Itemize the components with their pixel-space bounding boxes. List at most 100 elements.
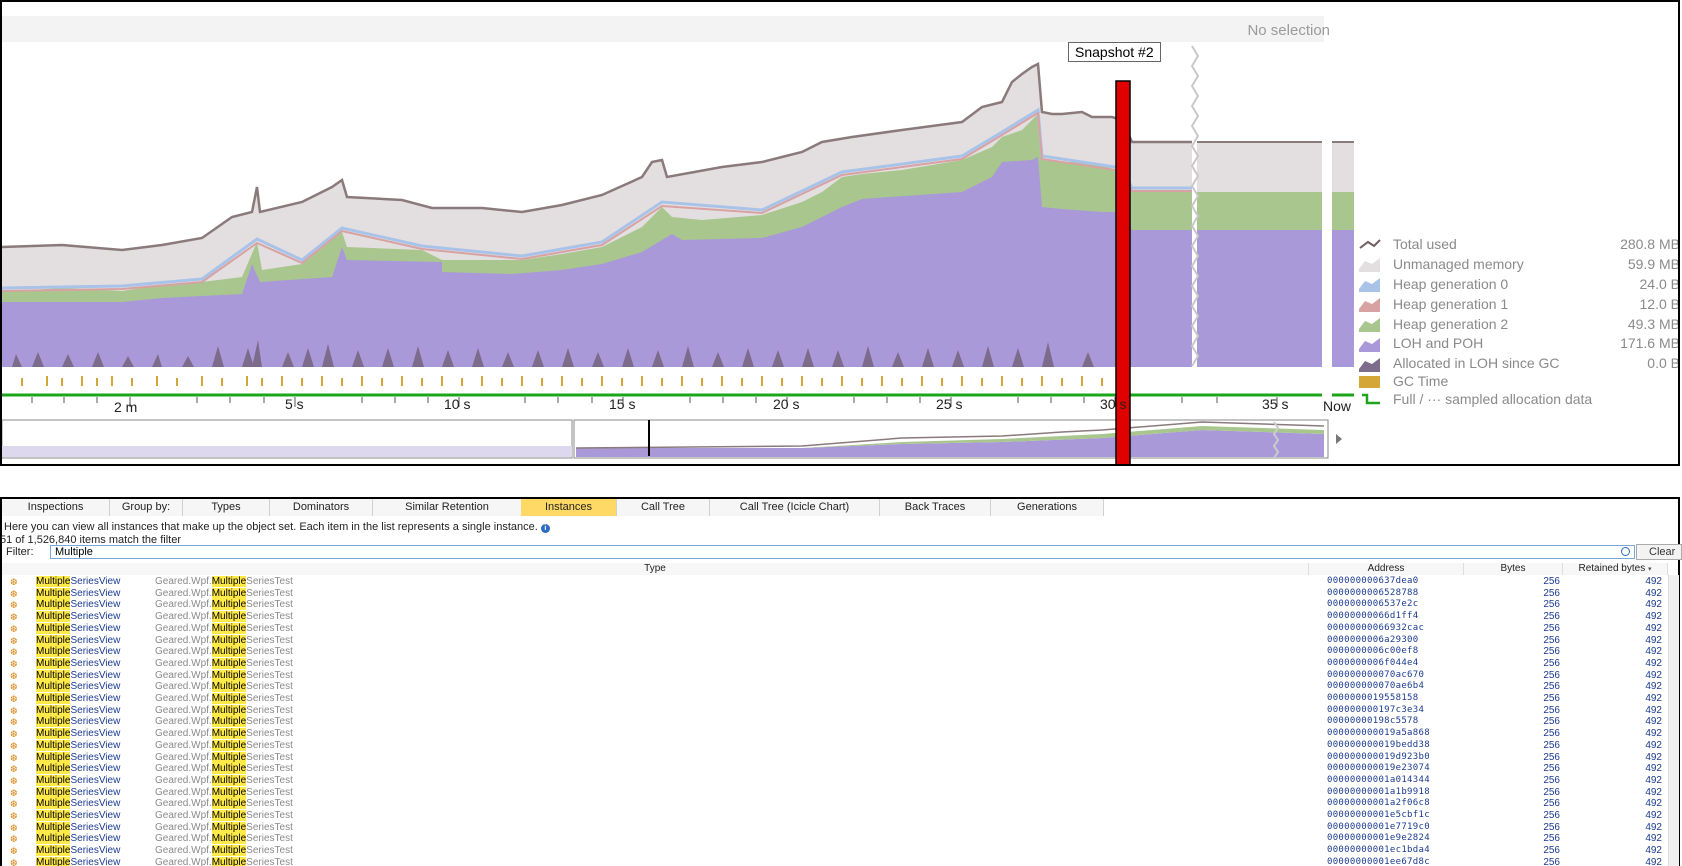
class-instance-icon: ❆ (10, 834, 18, 845)
column-header-type[interactable]: Type (2, 563, 1309, 575)
instance-retained-bytes: 492 (1645, 704, 1662, 716)
class-instance-icon: ❆ (10, 764, 18, 775)
legend-allocated-in-loh: Allocated in LOH since GC 0.0 B (1393, 355, 1680, 371)
instance-address: 000000000070ac670 (1327, 669, 1425, 680)
instance-retained-bytes: 492 (1645, 774, 1662, 786)
table-row[interactable]: ❆ MultipleSeriesView Geared.Wpf.MultipleSe… (0, 739, 1668, 752)
instances-list[interactable]: ❆ MultipleSeriesView Geared.Wpf.MultipleSe… (0, 576, 1668, 866)
instance-bytes: 256 (1543, 646, 1560, 658)
table-row[interactable]: ❆ MultipleSeriesView Geared.Wpf.MultipleSe… (0, 634, 1668, 647)
legend-heap-gen-2: Heap generation 2 49.3 MB (1393, 316, 1680, 332)
instance-bytes: 256 (1543, 763, 1560, 775)
info-icon[interactable]: i (540, 524, 550, 533)
instance-retained-bytes: 492 (1645, 845, 1662, 857)
table-row[interactable]: ❆ MultipleSeriesView Geared.Wpf.MultipleSe… (0, 704, 1668, 717)
table-row[interactable]: ❆ MultipleSeriesView Geared.Wpf.MultipleSe… (0, 693, 1668, 705)
column-header-address[interactable]: Address (1309, 563, 1464, 575)
type-namespace: Geared.Wpf.MultipleSeriesTest (155, 763, 293, 775)
instance-bytes: 256 (1543, 657, 1560, 669)
overview-cursor (648, 420, 650, 456)
instance-address: 0000000019558158 (1327, 693, 1419, 703)
tab-types[interactable]: Types (183, 499, 270, 516)
legend-allocation-data: Full / ··· sampled allocation data (1393, 391, 1593, 407)
table-row[interactable]: ❆ MultipleSeriesView Geared.Wpf.MultipleSe… (0, 622, 1668, 635)
tab-instances[interactable]: Instances (521, 499, 617, 516)
table-row[interactable]: ❆ MultipleSeriesView Geared.Wpf.MultipleSe… (0, 810, 1668, 822)
tab-similar-retention[interactable]: Similar Retention (373, 499, 522, 516)
tab-back-traces[interactable]: Back Traces (880, 499, 991, 516)
clear-filter-icon[interactable] (1621, 547, 1630, 556)
type-namespace: Geared.Wpf.MultipleSeriesTest (155, 798, 293, 810)
type-namespace: Geared.Wpf.MultipleSeriesTest (155, 704, 293, 716)
table-row[interactable]: ❆ MultipleSeriesView Geared.Wpf.MultipleSe… (0, 611, 1668, 623)
table-row[interactable]: ❆ MultipleSeriesView Geared.Wpf.MultipleSe… (0, 856, 1668, 866)
clear-button[interactable]: Clear (1636, 544, 1682, 560)
type-namespace: Geared.Wpf.MultipleSeriesTest (155, 693, 293, 704)
type-name: MultipleSeriesView (36, 821, 121, 833)
type-namespace: Geared.Wpf.MultipleSeriesTest (155, 751, 293, 763)
table-row[interactable]: ❆ MultipleSeriesView Geared.Wpf.MultipleSe… (0, 821, 1668, 834)
instance-address: 0000000006528788 (1327, 587, 1419, 598)
instance-address: 00000000001ee67d8c (1327, 856, 1430, 866)
legend-gc-time: GC Time (1393, 373, 1449, 389)
type-name: MultipleSeriesView (36, 622, 121, 634)
type-namespace: Geared.Wpf.MultipleSeriesTest (155, 611, 293, 623)
column-header-bytes[interactable]: Bytes (1464, 563, 1563, 575)
tab-call-tree[interactable]: Call Tree (617, 499, 710, 516)
axis-tick-label: 30 s (1100, 396, 1127, 412)
table-row[interactable]: ❆ MultipleSeriesView Geared.Wpf.MultipleSe… (0, 669, 1668, 682)
tab-inspections[interactable]: Inspections (2, 499, 110, 516)
table-row[interactable]: ❆ MultipleSeriesView Geared.Wpf.MultipleSe… (0, 798, 1668, 810)
table-row[interactable]: ❆ MultipleSeriesView Geared.Wpf.MultipleSe… (0, 751, 1668, 764)
type-name: MultipleSeriesView (36, 693, 121, 704)
instance-bytes: 256 (1543, 821, 1560, 833)
table-row[interactable]: ❆ MultipleSeriesView Geared.Wpf.MultipleSe… (0, 728, 1668, 740)
type-name: MultipleSeriesView (36, 856, 121, 866)
snapshot-label[interactable]: Snapshot #2 (1068, 42, 1161, 62)
tab-generations[interactable]: Generations (991, 499, 1104, 516)
type-name: MultipleSeriesView (36, 576, 121, 587)
instance-address: 00000000001e7719c0 (1327, 821, 1430, 832)
instance-address: 000000000197c3e34 (1327, 704, 1425, 715)
instance-bytes: 256 (1543, 693, 1560, 704)
instance-bytes: 256 (1543, 716, 1560, 728)
table-row[interactable]: ❆ MultipleSeriesView Geared.Wpf.MultipleSe… (0, 763, 1668, 775)
column-header-retained-bytes[interactable]: Retained bytes ▾ (1563, 563, 1668, 575)
axis-tick-marks (31, 397, 1278, 407)
instance-retained-bytes: 492 (1645, 576, 1662, 587)
table-row[interactable]: ❆ MultipleSeriesView Geared.Wpf.MultipleSe… (0, 646, 1668, 658)
tab-call-tree-icicle[interactable]: Call Tree (Icicle Chart) (710, 499, 880, 516)
table-row[interactable]: ❆ MultipleSeriesView Geared.Wpf.MultipleSe… (0, 716, 1668, 728)
table-row[interactable]: ❆ MultipleSeriesView Geared.Wpf.MultipleSe… (0, 576, 1668, 588)
table-row[interactable]: ❆ MultipleSeriesView Geared.Wpf.MultipleSe… (0, 657, 1668, 670)
instance-retained-bytes: 492 (1645, 821, 1662, 833)
instance-bytes: 256 (1543, 833, 1560, 845)
type-name: MultipleSeriesView (36, 798, 121, 810)
table-row[interactable]: ❆ MultipleSeriesView Geared.Wpf.MultipleSe… (0, 587, 1668, 600)
vertical-scrollbar[interactable] (1668, 575, 1679, 866)
class-instance-icon: ❆ (10, 822, 18, 833)
type-name: MultipleSeriesView (36, 728, 121, 740)
table-row[interactable]: ❆ MultipleSeriesView Geared.Wpf.MultipleSe… (0, 681, 1668, 693)
instance-address: 000000000019e23074 (1327, 763, 1430, 774)
table-row[interactable]: ❆ MultipleSeriesView Geared.Wpf.MultipleSe… (0, 774, 1668, 787)
table-row[interactable]: ❆ MultipleSeriesView Geared.Wpf.MultipleSe… (0, 833, 1668, 845)
filter-input[interactable]: Multiple (50, 545, 1635, 559)
type-namespace: Geared.Wpf.MultipleSeriesTest (155, 576, 293, 587)
table-row[interactable]: ❆ MultipleSeriesView Geared.Wpf.MultipleSe… (0, 599, 1668, 611)
type-namespace: Geared.Wpf.MultipleSeriesTest (155, 587, 293, 599)
instance-bytes: 256 (1543, 751, 1560, 763)
instance-bytes: 256 (1543, 810, 1560, 821)
type-name: MultipleSeriesView (36, 845, 121, 857)
table-row[interactable]: ❆ MultipleSeriesView Geared.Wpf.MultipleSe… (0, 845, 1668, 857)
instance-retained-bytes: 492 (1645, 611, 1662, 623)
instance-bytes: 256 (1543, 587, 1560, 599)
instance-bytes: 256 (1543, 798, 1560, 810)
overview-left-fill (2, 446, 572, 457)
instance-address: 00000000066932cac (1327, 622, 1425, 633)
type-name: MultipleSeriesView (36, 774, 121, 786)
tab-dominators[interactable]: Dominators (270, 499, 373, 516)
axis-tick-label: 5 s (285, 396, 304, 412)
table-row[interactable]: ❆ MultipleSeriesView Geared.Wpf.MultipleSe… (0, 786, 1668, 799)
instance-retained-bytes: 492 (1645, 751, 1662, 763)
